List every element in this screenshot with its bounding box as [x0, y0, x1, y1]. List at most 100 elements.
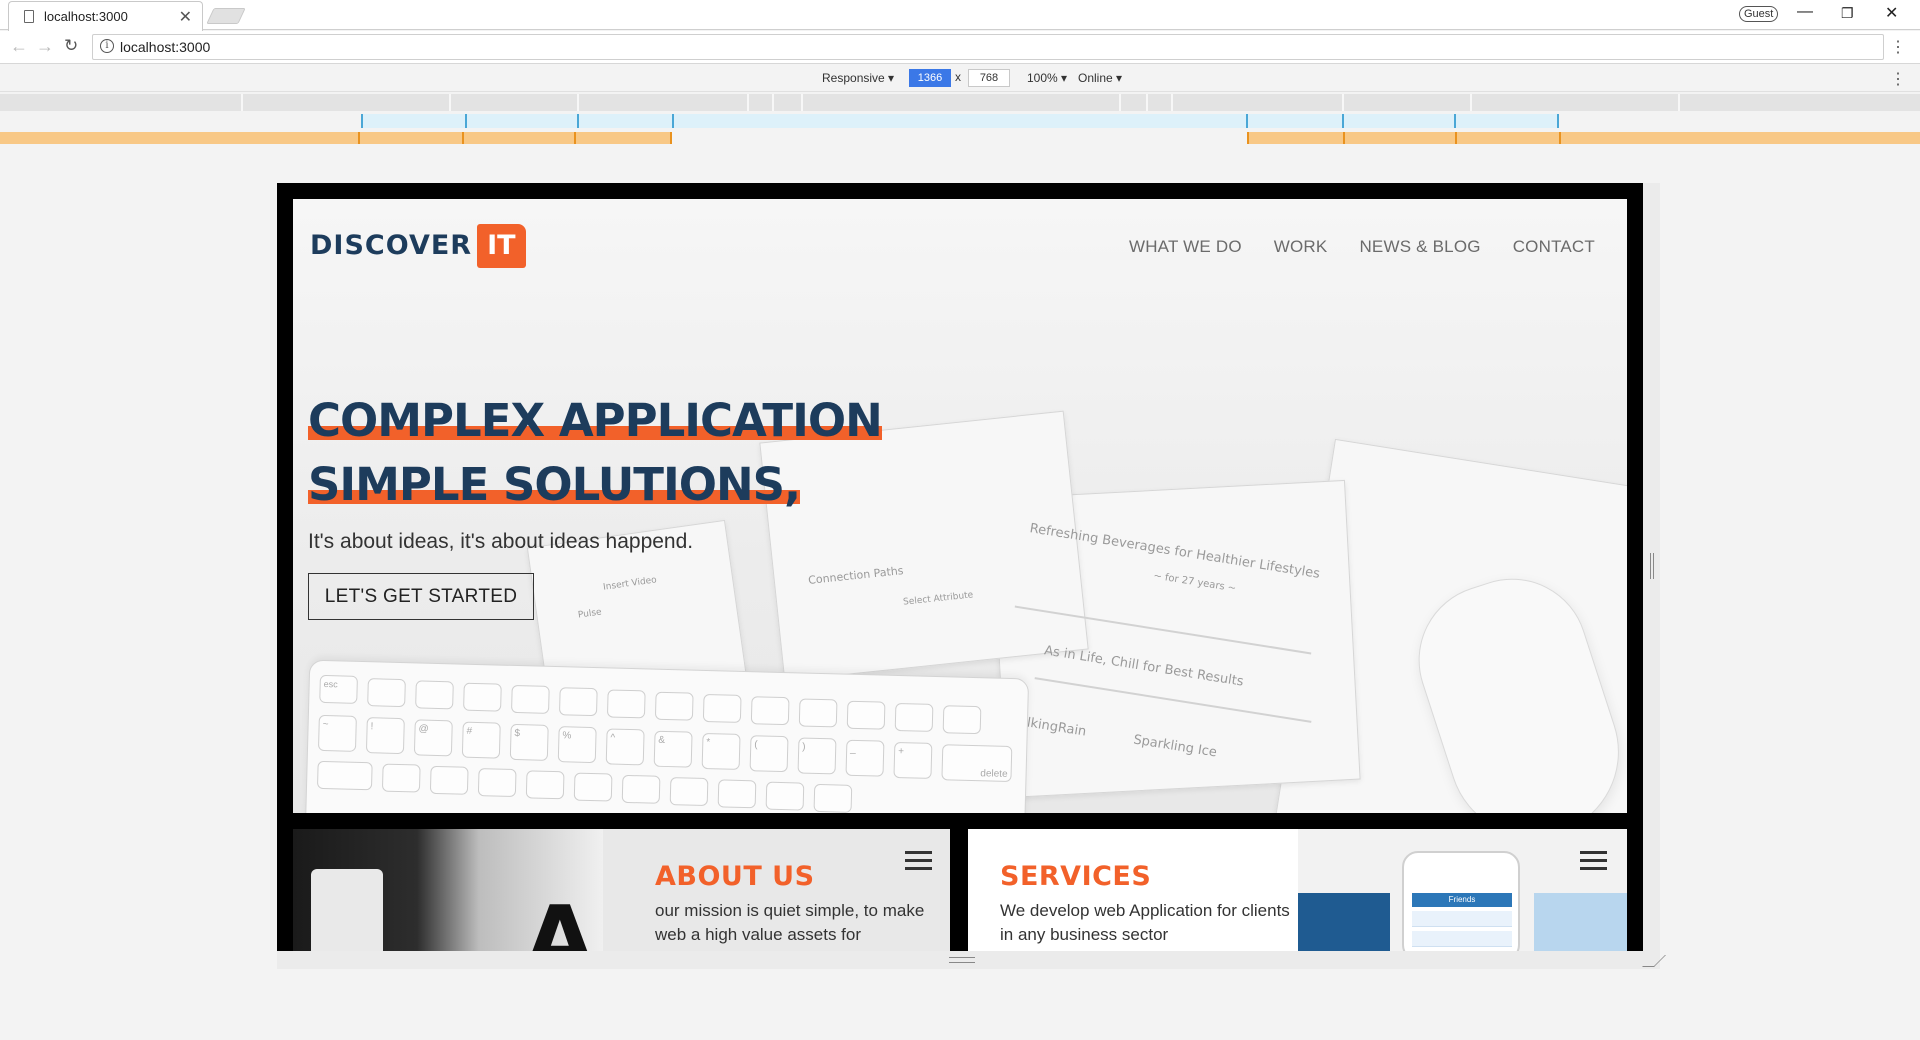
- phone-app-header: Friends: [1412, 893, 1512, 907]
- keyboard-key: [669, 777, 709, 807]
- keyboard-key: [798, 698, 838, 728]
- services-menu-icon[interactable]: [1580, 851, 1607, 873]
- keyboard-key: [717, 779, 757, 809]
- viewport-width-input[interactable]: 1366: [909, 69, 951, 87]
- restore-button[interactable]: ❐: [1841, 5, 1854, 22]
- keyboard-key: [702, 693, 742, 723]
- keyboard-key: !: [365, 717, 405, 755]
- url-input[interactable]: i localhost:3000: [92, 34, 1884, 60]
- nav-link-contact[interactable]: CONTACT: [1513, 237, 1595, 257]
- about-card: A ABOUT US our mission is quiet simple, …: [293, 829, 950, 951]
- page-icon: [24, 10, 34, 23]
- letter-a-image: A: [525, 887, 595, 951]
- keyboard-key: [429, 765, 469, 795]
- get-started-button[interactable]: LET'S GET STARTED: [308, 573, 534, 620]
- media-query-bar-gray[interactable]: [0, 94, 1920, 111]
- keyboard-key: [606, 689, 646, 719]
- forward-arrow-icon[interactable]: →: [36, 36, 54, 57]
- phone-list-row: [1412, 931, 1512, 947]
- profile-button[interactable]: Guest: [1739, 6, 1779, 22]
- keyboard-key: delete: [941, 744, 1013, 783]
- services-title: SERVICES: [1000, 861, 1152, 892]
- browser-menu-icon[interactable]: ⋮: [1890, 37, 1906, 57]
- keyboard-key: [367, 678, 406, 708]
- keyboard-key: #: [461, 721, 501, 759]
- device-select[interactable]: Responsive ▾: [822, 71, 894, 85]
- device-toolbar: Responsive ▾ 1366 x 768 100% ▾ Online ▾ …: [0, 64, 1920, 92]
- site-logo[interactable]: DISCOVER IT: [310, 221, 526, 270]
- keyboard-key: +: [893, 741, 933, 779]
- close-window-button[interactable]: ✕: [1885, 3, 1898, 23]
- keyboard-key: ^: [605, 728, 645, 766]
- media-query-bar-orange-right[interactable]: [1247, 132, 1920, 144]
- keyboard-key: esc: [319, 674, 358, 704]
- keyboard-key: [750, 696, 790, 726]
- keyboard-key: %: [557, 726, 597, 764]
- nav-link-what-we-do[interactable]: WHAT WE DO: [1129, 237, 1242, 257]
- url-text: localhost:3000: [120, 39, 211, 55]
- keyboard-key: [415, 680, 454, 710]
- site-info-icon[interactable]: i: [100, 39, 114, 53]
- keyboard-key: [813, 783, 853, 813]
- keyboard-illustration: esc ~ ! @ # $ % ^ & * ( ) _ + delete: [304, 659, 1030, 813]
- keyboard-key: [477, 768, 517, 798]
- services-card: SERVICES We develop web Application for …: [968, 829, 1627, 951]
- keyboard-key: @: [413, 719, 453, 757]
- viewport-resize-handle-right[interactable]: [1650, 553, 1654, 579]
- network-throttle-select[interactable]: Online ▾: [1078, 71, 1122, 85]
- emulated-viewport: Refreshing Beverages for Healthier Lifes…: [277, 183, 1643, 951]
- phone-app-image: Friends: [1298, 829, 1627, 951]
- keyboard-key: [381, 763, 421, 793]
- device-toolbar-menu-icon[interactable]: ⋮: [1890, 69, 1906, 89]
- keyboard-key: $: [509, 723, 549, 761]
- about-menu-icon[interactable]: [905, 851, 932, 873]
- keyboard-key: [558, 687, 598, 717]
- keyboard-key: [621, 774, 661, 804]
- viewport-resize-handle-bottom[interactable]: [949, 957, 975, 963]
- headline-line-1: COMPLEX APPLICATION: [308, 394, 883, 447]
- logo-badge: IT: [477, 223, 526, 268]
- media-query-bar-blue[interactable]: [361, 114, 1559, 128]
- keyboard-key: [511, 684, 550, 714]
- keyboard-key: *: [701, 732, 741, 770]
- keyboard-key: [942, 705, 982, 735]
- back-arrow-icon[interactable]: ←: [10, 36, 28, 57]
- keyboard-key: [894, 702, 934, 732]
- main-navigation: WHAT WE DO WORK NEWS & BLOG CONTACT: [1129, 237, 1595, 257]
- address-bar-row: ← → ↻ i localhost:3000 ⋮: [0, 31, 1920, 64]
- media-query-bar-orange-left[interactable]: [0, 132, 672, 144]
- keyboard-key: _: [845, 739, 885, 777]
- about-title: ABOUT US: [655, 861, 815, 892]
- keyboard-key: [525, 770, 565, 800]
- zoom-select[interactable]: 100% ▾: [1027, 71, 1067, 85]
- phone-mockup: Friends: [1402, 851, 1520, 951]
- keyboard-key: [316, 760, 373, 791]
- keyboard-key: [654, 691, 694, 721]
- plant-pot-image: [311, 869, 383, 951]
- nav-link-work[interactable]: WORK: [1274, 237, 1328, 257]
- keyboard-key: (: [749, 735, 789, 773]
- keyboard-key: ): [797, 737, 837, 775]
- services-text: We develop web Application for clients i…: [1000, 901, 1290, 944]
- keyboard-key: [573, 772, 613, 802]
- phone-screen-light: [1534, 893, 1627, 951]
- browser-tab[interactable]: localhost:3000 ✕: [8, 1, 203, 31]
- hero-section: Refreshing Beverages for Healthier Lifes…: [293, 199, 1627, 813]
- keyboard-key: [463, 682, 502, 712]
- viewport-height-input[interactable]: 768: [968, 69, 1010, 87]
- dimension-separator: x: [955, 70, 961, 84]
- new-tab-button[interactable]: [206, 8, 246, 24]
- phone-screen-blue: [1298, 893, 1390, 951]
- keyboard-key: [846, 700, 886, 730]
- tab-close-icon[interactable]: ✕: [179, 7, 192, 27]
- keyboard-key: ~: [317, 714, 357, 752]
- minimize-button[interactable]: —: [1797, 3, 1813, 21]
- hero-tagline: It's about ideas, it's about ideas happe…: [308, 530, 694, 553]
- phone-list-row: [1412, 911, 1512, 927]
- tab-title: localhost:3000: [44, 9, 128, 24]
- about-text: our mission is quiet simple, to make web…: [655, 901, 925, 944]
- reload-icon[interactable]: ↻: [64, 36, 78, 56]
- browser-tab-strip: localhost:3000 ✕ Guest — ❐ ✕: [0, 0, 1920, 31]
- logo-wordmark: DISCOVER: [310, 230, 473, 261]
- nav-link-news-blog[interactable]: NEWS & BLOG: [1359, 237, 1480, 257]
